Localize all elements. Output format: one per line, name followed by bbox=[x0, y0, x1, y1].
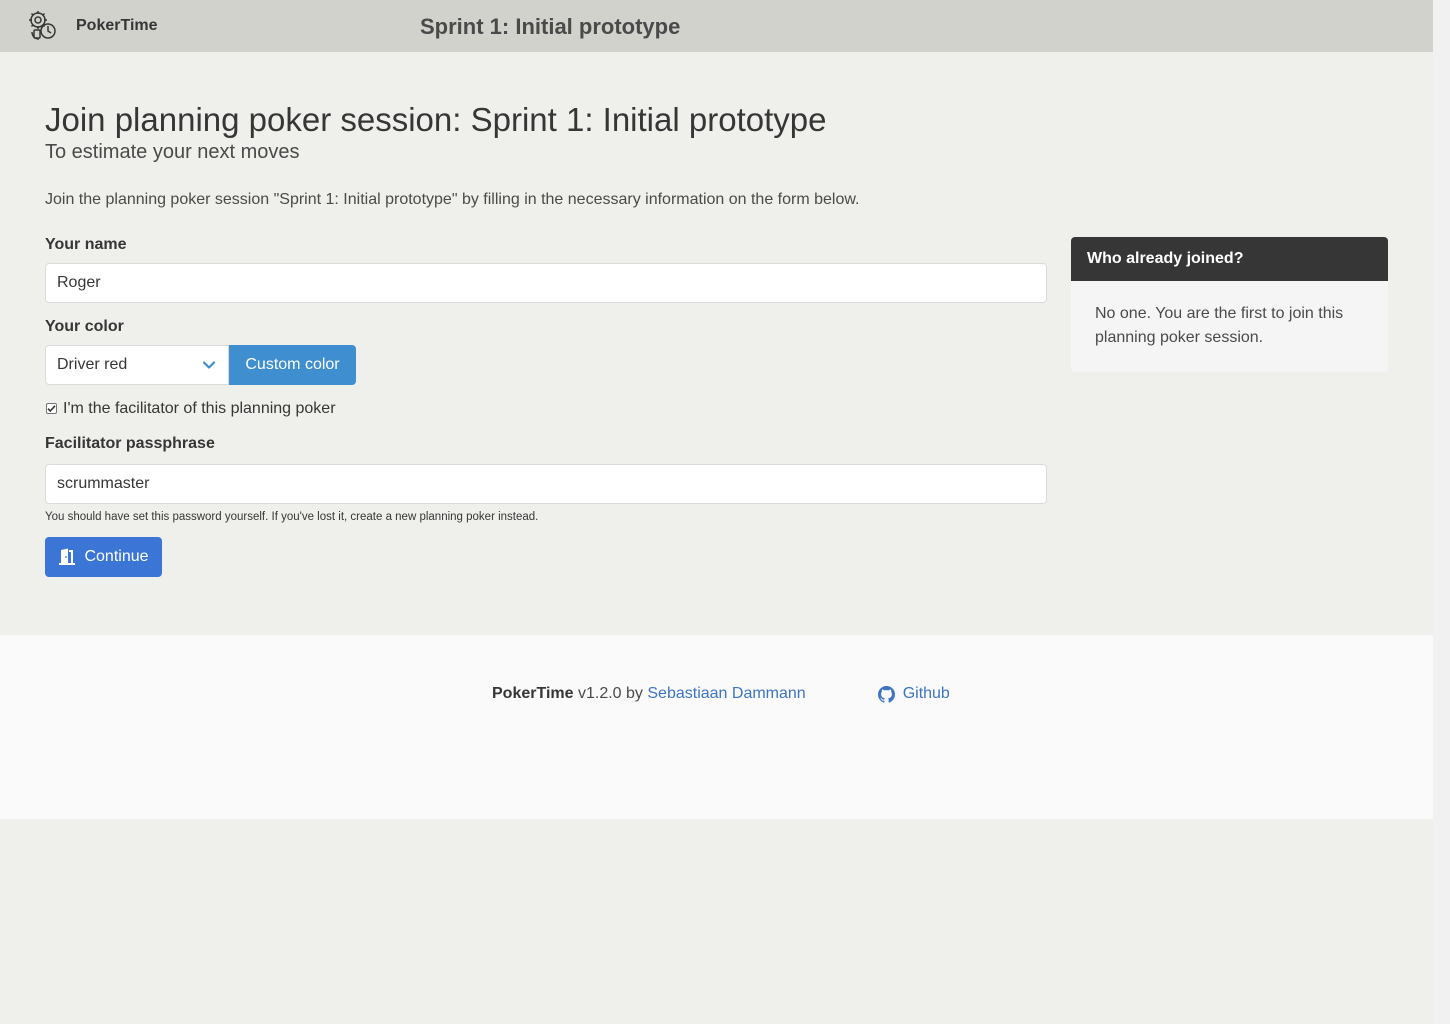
custom-color-button[interactable]: Custom color bbox=[229, 344, 356, 385]
color-field: Your color Driver red Custom color bbox=[45, 318, 1047, 385]
intro-text: Join the planning poker session "Sprint … bbox=[45, 190, 860, 208]
door-enter-icon bbox=[58, 548, 76, 566]
passphrase-help-text: You should have set this password yourse… bbox=[45, 510, 539, 523]
chevron-down-icon bbox=[202, 358, 216, 372]
main-section: Join planning poker session: Sprint 1: I… bbox=[0, 52, 1433, 635]
continue-button[interactable]: Continue bbox=[45, 536, 162, 577]
footer-content: PokerTime v1.2.0 by Sebastiaan Dammann G… bbox=[492, 685, 950, 703]
joined-panel: Who already joined? No one. You are the … bbox=[1071, 237, 1388, 372]
session-title: Sprint 1: Initial prototype bbox=[420, 14, 681, 39]
passphrase-input-value: scrummaster bbox=[57, 474, 150, 492]
facilitator-checkbox[interactable] bbox=[46, 403, 57, 415]
passphrase-input[interactable]: scrummaster bbox=[45, 463, 1047, 504]
name-field: Your name Roger bbox=[45, 236, 1047, 303]
page-subtitle: To estimate your next moves bbox=[45, 140, 300, 163]
page-title: Join planning poker session: Sprint 1: I… bbox=[45, 101, 827, 138]
color-select-value: Driver red bbox=[57, 355, 128, 373]
name-input[interactable]: Roger bbox=[45, 262, 1047, 303]
footer-app-name: PokerTime bbox=[492, 685, 574, 702]
joined-panel-column: Who already joined? No one. You are the … bbox=[1071, 237, 1388, 587]
continue-button-label: Continue bbox=[84, 547, 149, 565]
joined-panel-heading: Who already joined? bbox=[1071, 237, 1388, 281]
page: PokerTime Sprint 1: Initial prototype Jo… bbox=[0, 0, 1433, 819]
brand-link[interactable]: PokerTime bbox=[28, 10, 158, 42]
brand-name: PokerTime bbox=[76, 17, 158, 34]
join-form-column: Join planning poker session: Sprint 1: I… bbox=[45, 100, 1047, 587]
joined-panel-body: No one. You are the first to join this p… bbox=[1095, 305, 1344, 346]
navbar: PokerTime Sprint 1: Initial prototype bbox=[0, 0, 1433, 52]
color-label: Your color bbox=[45, 317, 124, 335]
github-link[interactable]: Github bbox=[877, 685, 950, 703]
color-select[interactable]: Driver red bbox=[45, 344, 229, 385]
name-label: Your name bbox=[45, 235, 127, 253]
passphrase-label: Facilitator passphrase bbox=[45, 434, 215, 452]
author-link[interactable]: Sebastiaan Dammann bbox=[647, 685, 805, 703]
passphrase-field: Facilitator passphrase scrummaster You s… bbox=[45, 435, 1047, 523]
name-input-value: Roger bbox=[57, 273, 101, 291]
color-controls: Driver red Custom color bbox=[45, 344, 1047, 385]
github-icon bbox=[877, 685, 895, 703]
footer: PokerTime v1.2.0 by Sebastiaan Dammann G… bbox=[0, 635, 1433, 819]
facilitator-checkbox-label: I'm the facilitator of this planning pok… bbox=[63, 399, 336, 417]
poker-chips-icon bbox=[28, 10, 60, 42]
facilitator-checkbox-row[interactable]: I'm the facilitator of this planning pok… bbox=[45, 400, 1047, 418]
footer-version: v1.2.0 by bbox=[577, 685, 643, 702]
github-link-label: Github bbox=[902, 685, 950, 702]
scrollbar[interactable] bbox=[1433, 0, 1450, 1024]
